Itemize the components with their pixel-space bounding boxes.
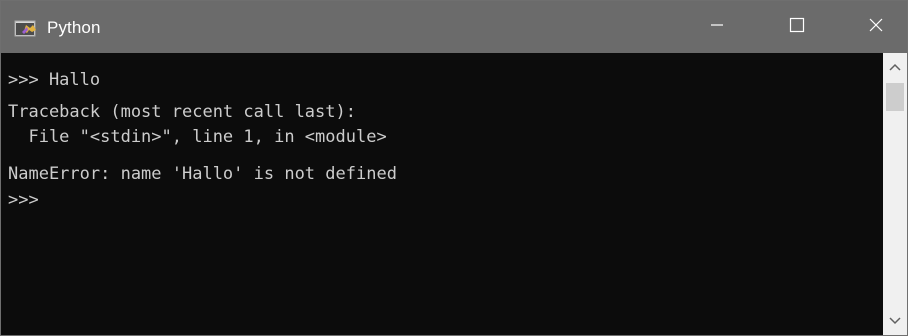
maximize-button[interactable] [768,1,826,53]
scroll-down-button[interactable] [883,307,907,335]
scroll-up-button[interactable] [883,53,907,81]
traceback-header-line: Traceback (most recent call last): [8,102,356,122]
vertical-scrollbar[interactable] [883,53,907,335]
window-title: Python [47,18,101,37]
chevron-up-icon [889,58,901,76]
title-bar[interactable]: Python [1,1,907,53]
prompt-line[interactable]: >>> [8,189,39,211]
close-icon [868,17,884,38]
console-output[interactable]: >>> Hallo Traceback (most recent call la… [1,53,881,335]
minimize-button[interactable] [688,1,746,53]
error-message-line: NameError: name 'Hallo' is not defined [8,164,397,184]
maximize-icon [789,17,805,38]
traceback-file-line: File "<stdin>", line 1, in <module> [8,127,387,147]
scrollbar-thumb[interactable] [886,83,904,111]
prompt-input-line: >>> Hallo [8,70,101,90]
close-button[interactable] [847,1,905,53]
python-console-icon[interactable] [14,20,38,38]
minimize-icon [710,18,724,37]
chevron-down-icon [889,312,901,330]
python-console-window: Python >>> Hallo Traceback (most recent … [0,0,908,336]
